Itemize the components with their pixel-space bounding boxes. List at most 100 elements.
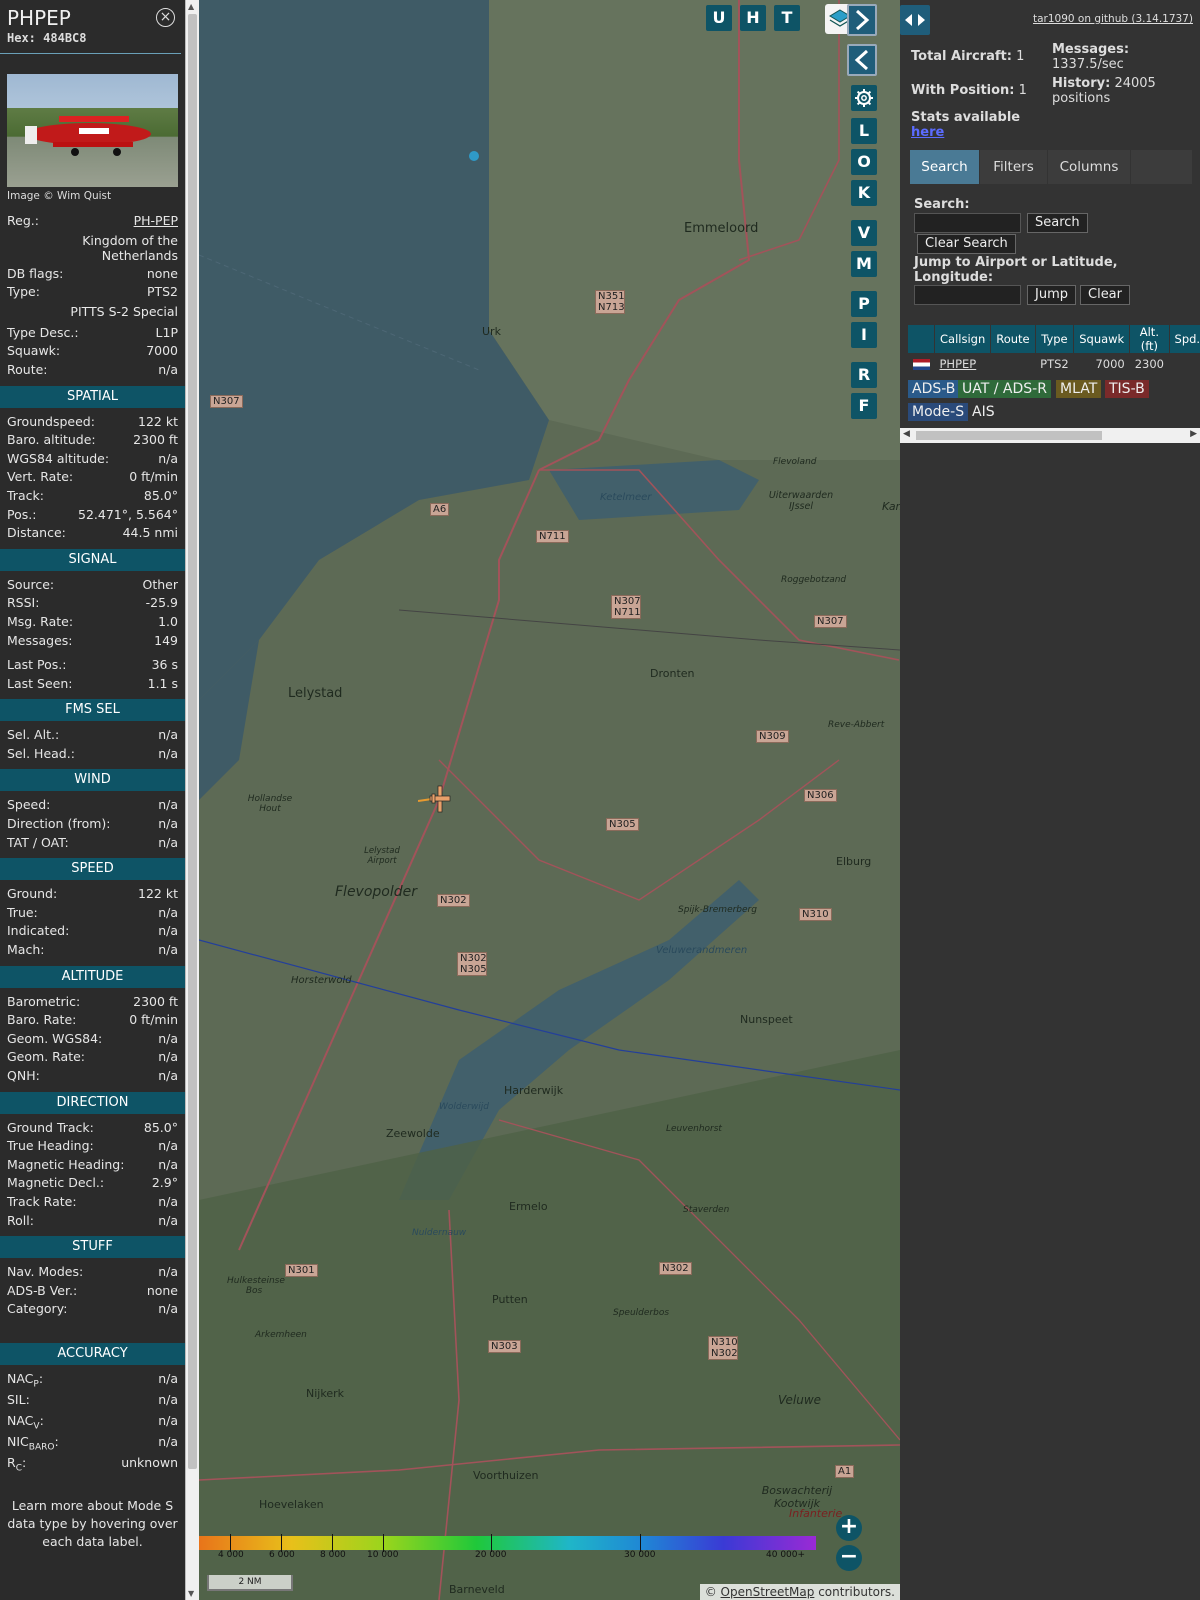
info-row-label[interactable]: Baro. altitude:	[7, 431, 96, 450]
section-direction[interactable]: DIRECTION	[0, 1091, 185, 1114]
scroll-down-icon[interactable]: ▼	[188, 1589, 194, 1598]
info-panel-scrollbar[interactable]: ▲ ▼	[185, 0, 199, 1600]
info-row-label[interactable]: Messages:	[7, 632, 73, 651]
search-input[interactable]	[914, 213, 1021, 233]
tab-search[interactable]: Search	[910, 150, 980, 184]
info-row-label[interactable]: Nav. Modes:	[7, 1263, 83, 1282]
expand-sidebar-button[interactable]	[900, 5, 930, 35]
info-row-label[interactable]: Sel. Alt.:	[7, 726, 59, 745]
info-row-label[interactable]: Ground:	[7, 885, 57, 904]
toggle-u-button[interactable]: U	[706, 5, 732, 31]
info-row-label[interactable]: TAT / OAT:	[7, 834, 69, 853]
info-row-label[interactable]: Groundspeed:	[7, 413, 95, 432]
info-row-label[interactable]: Track Rate:	[7, 1193, 77, 1212]
column-squawk[interactable]: Squawk	[1073, 324, 1131, 354]
zoom-out-button[interactable]: −	[836, 1545, 862, 1571]
table-row[interactable]: PHPEP PTS2 7000 2300	[908, 354, 1200, 375]
callsign-cell[interactable]: PHPEP	[935, 354, 991, 375]
info-row-label[interactable]: SIL:	[7, 1391, 30, 1412]
info-row-label[interactable]: Magnetic Heading:	[7, 1156, 124, 1175]
info-row-label[interactable]: Baro. Rate:	[7, 1011, 76, 1030]
column-type[interactable]: Type	[1034, 324, 1075, 354]
column-callsign[interactable]: Callsign	[933, 324, 992, 354]
search-button[interactable]: Search	[1027, 213, 1088, 233]
section-wind[interactable]: WIND	[0, 769, 185, 792]
column-route[interactable]: Route	[990, 324, 1036, 354]
info-row-label[interactable]: QNH:	[7, 1067, 40, 1086]
info-row-label[interactable]: Sel. Head.:	[7, 745, 75, 764]
section-spatial[interactable]: SPATIAL	[0, 385, 185, 408]
section-stuff[interactable]: STUFF	[0, 1236, 185, 1259]
toggle-h-button[interactable]: H	[740, 5, 766, 31]
info-row-label[interactable]: NACP:	[7, 1370, 43, 1391]
next-aircraft-button[interactable]	[847, 4, 877, 36]
prev-aircraft-button[interactable]	[847, 44, 877, 76]
jump-input[interactable]	[914, 285, 1021, 305]
info-row-label[interactable]: Geom. Rate:	[7, 1048, 85, 1067]
info-row-label[interactable]: Last Pos.:	[7, 656, 66, 675]
scrollbar-thumb[interactable]	[916, 431, 1102, 440]
info-row-label[interactable]: NACV:	[7, 1412, 44, 1433]
toggle-t-button[interactable]: T	[774, 5, 800, 31]
toggle-f-button[interactable]: F	[851, 393, 877, 419]
toggle-o-button[interactable]: O	[851, 149, 877, 175]
info-row-label[interactable]: RC:	[7, 1454, 26, 1475]
section-speed[interactable]: SPEED	[0, 858, 185, 881]
info-row-label[interactable]: Vert. Rate:	[7, 468, 73, 487]
info-row-label[interactable]: True:	[7, 904, 38, 923]
info-row-label[interactable]: True Heading:	[7, 1137, 94, 1156]
section-altitude[interactable]: ALTITUDE	[0, 965, 185, 988]
aircraft-photo[interactable]	[7, 74, 178, 187]
info-row-label[interactable]: Category:	[7, 1300, 67, 1319]
column-altitude[interactable]: Alt. (ft)	[1129, 324, 1170, 354]
scroll-up-icon[interactable]: ▲	[188, 2, 194, 11]
toggle-r-button[interactable]: R	[851, 362, 877, 388]
info-row-label[interactable]: Pos.:	[7, 506, 36, 525]
column-speed[interactable]: Spd.	[1168, 324, 1200, 354]
scroll-left-icon[interactable]: ◀	[903, 429, 910, 439]
toggle-p-button[interactable]: P	[851, 291, 877, 317]
toggle-v-button[interactable]: V	[851, 220, 877, 246]
osm-link[interactable]: OpenStreetMap	[721, 1585, 815, 1599]
jump-button[interactable]: Jump	[1027, 285, 1076, 305]
info-row-label[interactable]: Distance:	[7, 524, 66, 543]
table-horizontal-scrollbar[interactable]: ◀ ▶	[900, 428, 1200, 443]
zoom-in-button[interactable]: +	[836, 1515, 862, 1541]
info-row-label[interactable]: Speed:	[7, 796, 50, 815]
info-row-label[interactable]: Magnetic Decl.:	[7, 1174, 104, 1193]
info-row-label[interactable]: Source:	[7, 576, 54, 595]
map-view[interactable]: Emmeloord Urk Lelystad Dronten Flevopold…	[199, 0, 900, 1600]
settings-button[interactable]	[851, 85, 877, 111]
clear-jump-button[interactable]: Clear	[1080, 285, 1130, 305]
clear-search-button[interactable]: Clear Search	[917, 234, 1016, 254]
github-link[interactable]: tar1090 on github (3.14.1737)	[1033, 13, 1193, 25]
info-row-label[interactable]: Last Seen:	[7, 675, 72, 694]
info-row-label[interactable]: Barometric:	[7, 993, 80, 1012]
tab-filters[interactable]: Filters	[980, 150, 1048, 184]
info-row-label[interactable]: Msg. Rate:	[7, 613, 73, 632]
aircraft-marker-icon[interactable]	[418, 784, 452, 814]
scrollbar-thumb[interactable]	[188, 14, 197, 1469]
toggle-i-button[interactable]: I	[851, 322, 877, 348]
info-row-label[interactable]: Geom. WGS84:	[7, 1030, 102, 1049]
info-row-label[interactable]: Direction (from):	[7, 815, 111, 834]
info-row-label[interactable]: Indicated:	[7, 922, 69, 941]
info-row-label[interactable]: NICBARO:	[7, 1433, 59, 1454]
info-row-label[interactable]: Ground Track:	[7, 1119, 94, 1138]
section-fms[interactable]: FMS SEL	[0, 699, 185, 722]
info-row-label[interactable]: Roll:	[7, 1212, 34, 1231]
toggle-k-button[interactable]: K	[851, 180, 877, 206]
labels-l-button[interactable]: L	[851, 118, 877, 144]
column-flag[interactable]	[907, 324, 935, 354]
section-accuracy[interactable]: ACCURACY	[0, 1342, 185, 1365]
info-row-label[interactable]: WGS84 altitude:	[7, 450, 109, 469]
scroll-right-icon[interactable]: ▶	[1190, 429, 1197, 439]
stats-link[interactable]: here	[911, 125, 944, 140]
info-row-label[interactable]: Track:	[7, 487, 44, 506]
info-row-label[interactable]: RSSI:	[7, 594, 39, 613]
reg-link[interactable]: PH-PEP	[134, 212, 178, 231]
close-icon[interactable]: ×	[156, 8, 175, 27]
section-signal[interactable]: SIGNAL	[0, 548, 185, 571]
tab-columns[interactable]: Columns	[1048, 150, 1131, 184]
toggle-m-button[interactable]: M	[851, 251, 877, 277]
